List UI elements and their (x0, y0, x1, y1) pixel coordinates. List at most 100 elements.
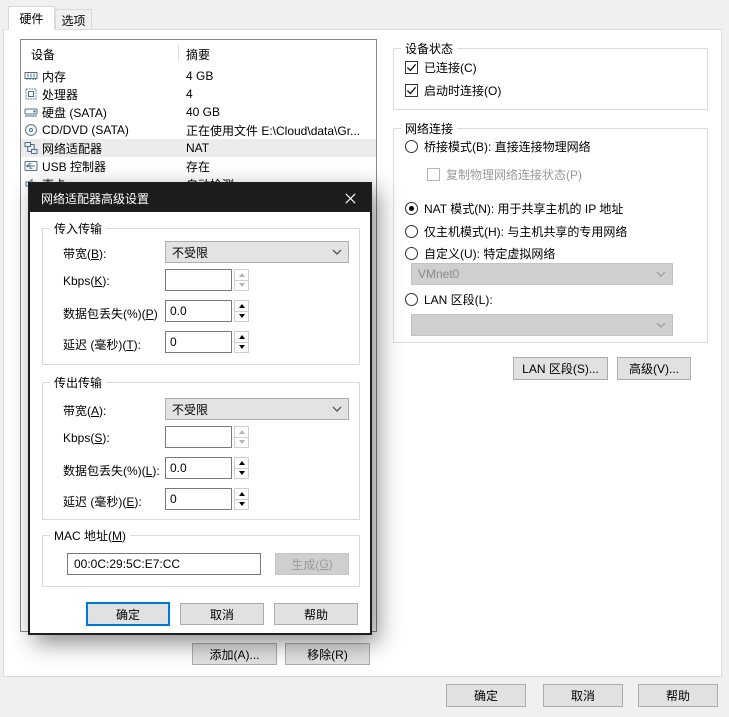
connected-checkbox-row[interactable]: 已连接(C) (405, 59, 477, 76)
device-row-usb-controller[interactable]: USB 控制器 存在 (21, 157, 376, 175)
bridged-radio-row[interactable]: 桥接模式(B): 直接连接物理网络 (405, 138, 591, 155)
chevron-down-icon (332, 249, 342, 255)
incoming-kbps-input[interactable] (165, 269, 232, 291)
checkbox-unchecked-icon[interactable] (427, 168, 440, 181)
incoming-bandwidth-value: 不受限 (172, 244, 332, 261)
dialog-help-button[interactable]: 帮助 (274, 603, 358, 625)
incoming-transfer-group: 传入传输 带宽(B): 不受限 Kbps(K): 数据包丢失(%)(P) 延迟 … (42, 228, 360, 365)
radio-icon[interactable] (405, 247, 418, 260)
device-name: CD/DVD (SATA) (42, 123, 129, 137)
lan-segments-button[interactable]: LAN 区段(S)... (513, 357, 608, 380)
network-icon (24, 141, 40, 155)
device-row-processors[interactable]: 处理器 4 (21, 85, 376, 103)
dialog-cancel-button[interactable]: 取消 (180, 603, 264, 625)
spin-up-button[interactable] (235, 489, 248, 500)
spin-up-button[interactable] (235, 270, 248, 281)
advanced-button[interactable]: 高级(V)... (617, 357, 691, 380)
device-status-group: 设备状态 已连接(C) 启动时连接(O) (393, 48, 708, 110)
device-status-title: 设备状态 (401, 40, 457, 57)
remove-button[interactable]: 移除(R) (285, 643, 370, 665)
host-only-radio-row[interactable]: 仅主机模式(H): 与主机共享的专用网络 (405, 223, 627, 240)
outgoing-packet-loss-input[interactable] (165, 457, 232, 479)
incoming-latency-input[interactable] (165, 331, 232, 353)
device-summary: 存在 (186, 158, 210, 175)
cd-icon (24, 123, 40, 137)
outgoing-bandwidth-value: 不受限 (172, 401, 332, 418)
memory-icon (24, 69, 40, 83)
spin-up-button[interactable] (235, 458, 248, 469)
device-summary: 40 GB (186, 105, 220, 119)
connect-at-power-on-checkbox-row[interactable]: 启动时连接(O) (405, 82, 501, 99)
device-name: 内存 (42, 68, 66, 85)
spin-down-button[interactable] (235, 343, 248, 353)
network-connection-title: 网络连接 (401, 120, 457, 137)
lan-segment-select[interactable] (411, 314, 673, 336)
outgoing-packet-loss-label: 数据包丢失(%)(L): (63, 462, 160, 479)
vm-settings-window: { "tabs": { "hardware": "硬件", "options":… (0, 0, 729, 717)
incoming-bandwidth-select[interactable]: 不受限 (165, 241, 349, 263)
device-row-memory[interactable]: 内存 4 GB (21, 67, 376, 85)
device-row-cd-dvd[interactable]: CD/DVD (SATA) 正在使用文件 E:\Cloud\data\Gr... (21, 121, 376, 139)
close-icon (345, 193, 356, 204)
tab-hardware[interactable]: 硬件 (8, 6, 55, 30)
generate-button[interactable]: 生成(G) (275, 553, 349, 575)
column-header-device: 设备 (31, 46, 55, 63)
spin-up-button[interactable] (235, 332, 248, 343)
outgoing-latency-label: 延迟 (毫秒)(E): (63, 493, 142, 510)
spin-up-button[interactable] (235, 301, 248, 312)
dialog-title: 网络适配器高级设置 (41, 190, 149, 207)
bridged-label: 桥接模式(B): 直接连接物理网络 (424, 138, 591, 155)
incoming-kbps-label: Kbps(K): (63, 274, 110, 288)
custom-radio-row[interactable]: 自定义(U): 特定虚拟网络 (405, 245, 555, 262)
device-row-hard-disk[interactable]: 硬盘 (SATA) 40 GB (21, 103, 376, 121)
mac-address-input[interactable] (67, 553, 261, 575)
lan-segment-radio-row[interactable]: LAN 区段(L): (405, 291, 493, 308)
host-only-label: 仅主机模式(H): 与主机共享的专用网络 (424, 223, 627, 240)
chevron-down-icon (656, 322, 666, 328)
spin-down-button[interactable] (235, 438, 248, 448)
incoming-latency-stepper (165, 331, 249, 353)
outgoing-latency-input[interactable] (165, 488, 232, 510)
device-name: 网络适配器 (42, 140, 102, 157)
connect-at-power-on-label: 启动时连接(O) (424, 82, 501, 99)
dialog-titlebar[interactable]: 网络适配器高级设置 (30, 184, 370, 212)
outgoing-bandwidth-select[interactable]: 不受限 (165, 398, 349, 420)
incoming-packet-loss-input[interactable] (165, 300, 232, 322)
incoming-latency-label: 延迟 (毫秒)(T): (63, 336, 141, 353)
close-button[interactable] (330, 184, 370, 212)
replicate-label: 复制物理网络连接状态(P) (446, 166, 582, 183)
spin-up-button[interactable] (235, 427, 248, 438)
radio-selected-icon[interactable] (405, 202, 418, 215)
device-row-network-adapter[interactable]: 网络适配器 NAT (21, 139, 376, 157)
radio-icon[interactable] (405, 293, 418, 306)
spin-down-button[interactable] (235, 281, 248, 291)
add-button[interactable]: 添加(A)... (192, 643, 277, 665)
incoming-transfer-title: 传入传输 (50, 220, 106, 237)
outgoing-kbps-input[interactable] (165, 426, 232, 448)
cancel-button[interactable]: 取消 (543, 684, 623, 707)
radio-icon[interactable] (405, 140, 418, 153)
tab-options[interactable]: 选项 (55, 9, 92, 30)
tab-hardware-label: 硬件 (19, 10, 43, 27)
ok-button[interactable]: 确定 (446, 684, 526, 707)
mac-address-group: MAC 地址(M) 生成(G) (42, 535, 360, 587)
radio-icon[interactable] (405, 225, 418, 238)
incoming-packet-loss-stepper (165, 300, 249, 322)
network-adapter-advanced-settings-dialog: 网络适配器高级设置 传入传输 带宽(B): 不受限 Kbps(K): 数据包丢失… (28, 182, 372, 635)
connected-label: 已连接(C) (424, 59, 477, 76)
dialog-ok-button[interactable]: 确定 (86, 602, 170, 626)
replicate-checkbox-row[interactable]: 复制物理网络连接状态(P) (427, 166, 582, 183)
checkbox-checked-icon[interactable] (405, 84, 418, 97)
incoming-bandwidth-label: 带宽(B): (63, 245, 106, 262)
spin-down-button[interactable] (235, 312, 248, 322)
spin-down-button[interactable] (235, 500, 248, 510)
device-summary: 正在使用文件 E:\Cloud\data\Gr... (186, 122, 360, 139)
nat-radio-row[interactable]: NAT 模式(N): 用于共享主机的 IP 地址 (405, 200, 623, 217)
help-button[interactable]: 帮助 (638, 684, 718, 707)
outgoing-kbps-label: Kbps(S): (63, 431, 110, 445)
checkbox-checked-icon[interactable] (405, 61, 418, 74)
custom-network-select[interactable]: VMnet0 (411, 263, 673, 285)
column-divider (178, 44, 179, 62)
disk-icon (24, 105, 40, 119)
spin-down-button[interactable] (235, 469, 248, 479)
